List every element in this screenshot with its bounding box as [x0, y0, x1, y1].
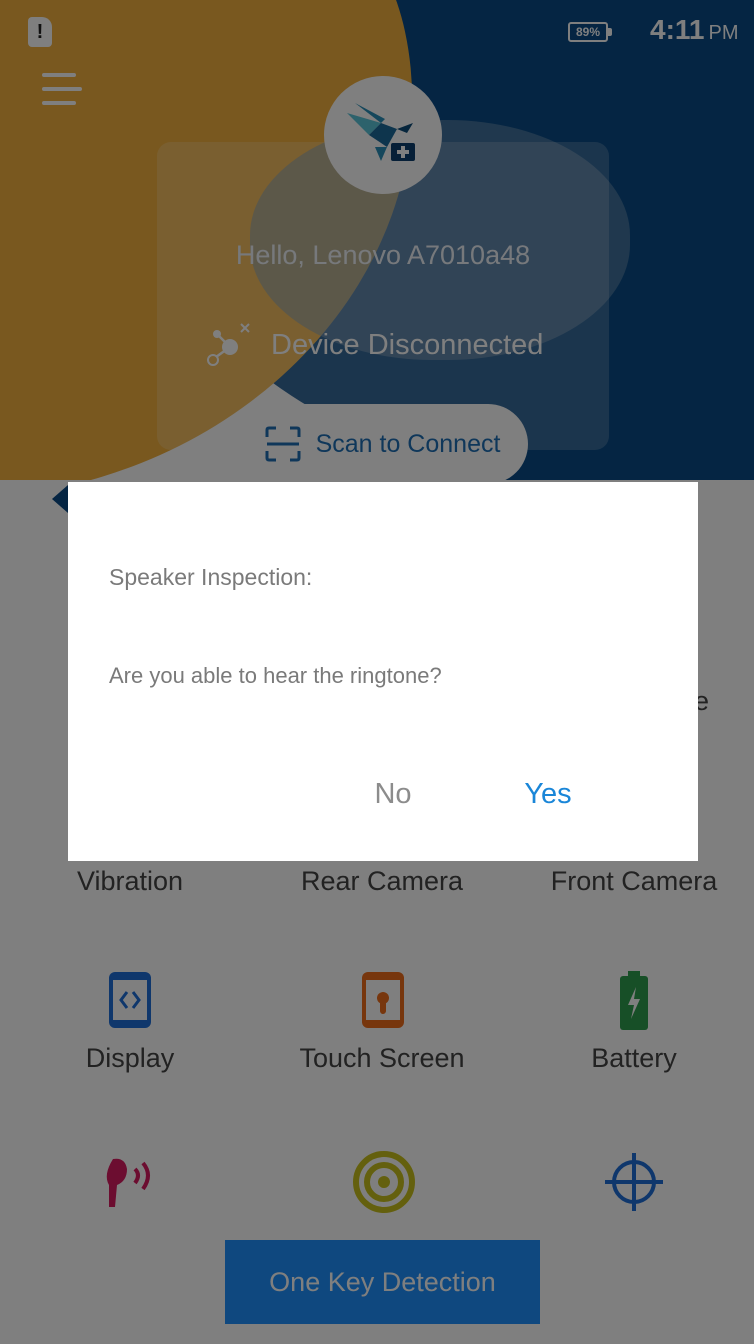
no-button[interactable]: No	[358, 778, 428, 811]
speaker-inspection-dialog: Speaker Inspection: Are you able to hear…	[68, 482, 698, 861]
yes-button[interactable]: Yes	[508, 778, 588, 811]
app-screen: ! 89% 4:11PM Hello, Lenovo A7010a48 Devi…	[0, 0, 754, 1344]
dialog-message: Are you able to hear the ringtone?	[109, 663, 442, 688]
dialog-title: Speaker Inspection:	[109, 564, 313, 590]
